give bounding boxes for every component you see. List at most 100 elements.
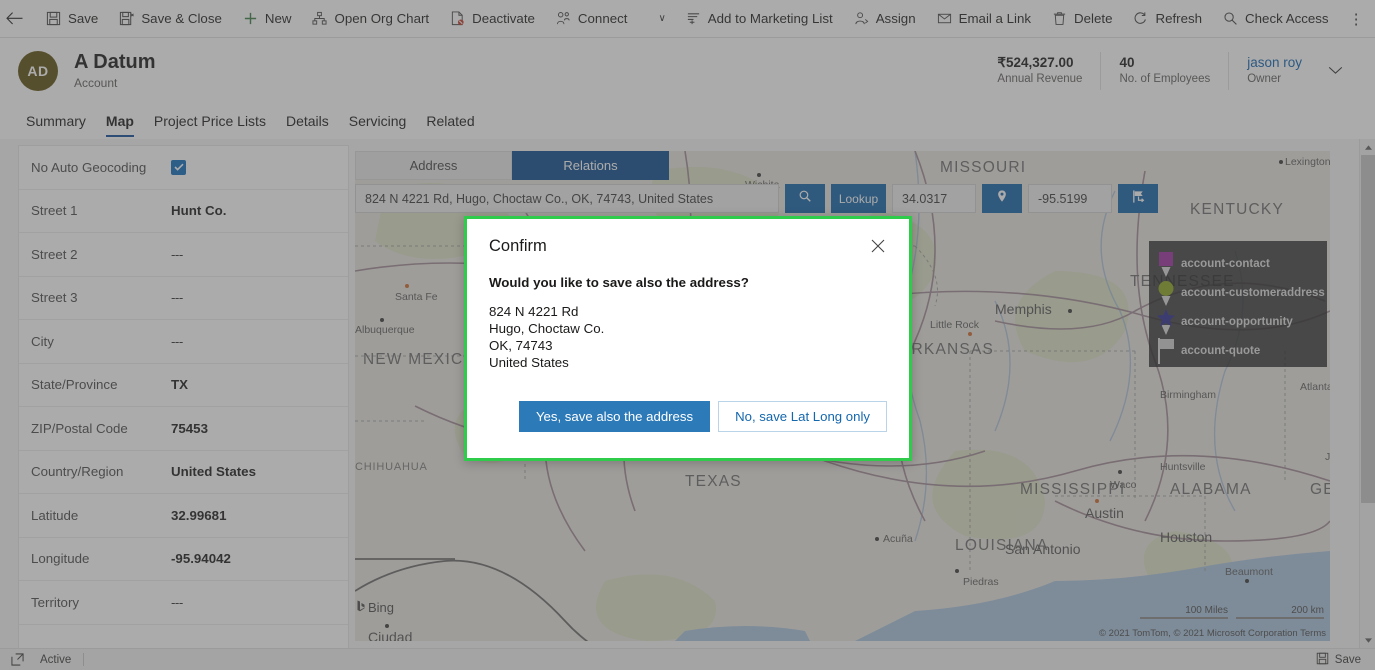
confirm-dialog-address: 824 N 4221 Rd Hugo, Choctaw Co. OK, 7474… <box>489 303 887 371</box>
save-button[interactable]: Save <box>35 0 108 38</box>
map-city-dot <box>1095 499 1099 503</box>
stat-annual-revenue-label: Annual Revenue <box>997 73 1083 85</box>
plus-icon <box>242 10 259 27</box>
open-org-chart-button[interactable]: Open Org Chart <box>301 0 439 38</box>
stat-annual-revenue: ₹524,327.00 Annual Revenue <box>979 52 1100 90</box>
directions-icon <box>1131 189 1146 209</box>
field-value[interactable]: United States <box>171 464 256 479</box>
map-legend: account-contact account-customeraddress … <box>1149 241 1327 367</box>
map-tab-relations[interactable]: Relations <box>512 151 669 180</box>
footer-divider <box>83 653 85 666</box>
delete-label: Delete <box>1074 11 1113 26</box>
field-value[interactable]: --- <box>171 247 183 262</box>
stat-no-of-employees-value: 40 <box>1119 55 1135 70</box>
save-also-address-button[interactable]: Yes, save also the address <box>518 401 711 432</box>
stat-owner-value[interactable]: jason roy <box>1247 54 1302 71</box>
field-value[interactable]: --- <box>171 334 183 349</box>
scale-km-label: 200 km <box>1291 605 1324 616</box>
field-value[interactable]: 75453 <box>171 421 208 436</box>
tab-project-price-lists[interactable]: Project Price Lists <box>144 103 276 139</box>
map-city-dot <box>875 537 879 541</box>
open-org-chart-label: Open Org Chart <box>334 11 430 26</box>
close-icon[interactable] <box>865 233 891 259</box>
refresh-button[interactable]: Refresh <box>1122 0 1212 38</box>
stat-no-of-employees: 40 No. of Employees <box>1100 51 1228 90</box>
field-label: Street 3 <box>31 290 78 306</box>
star-pin-icon <box>1155 308 1177 336</box>
map-search-button[interactable] <box>785 184 825 213</box>
legend-label: account-contact <box>1181 257 1270 270</box>
map-latitude-input[interactable]: 34.0317 <box>892 184 976 213</box>
delete-button[interactable]: Delete <box>1041 0 1122 38</box>
tab-related[interactable]: Related <box>416 103 484 139</box>
no-auto-geocoding-checkbox[interactable] <box>171 159 186 175</box>
scale-miles: 100 Miles <box>1140 605 1228 619</box>
command-overflow-button[interactable]: ⋮ <box>1339 10 1374 28</box>
assign-button[interactable]: Assign <box>843 0 926 38</box>
field-value[interactable]: --- <box>171 595 183 610</box>
field-label: No Auto Geocoding <box>31 159 147 175</box>
avatar: AD <box>18 50 58 91</box>
map-locate-button[interactable] <box>982 184 1022 213</box>
field-value[interactable]: Hunt Co. <box>171 203 226 218</box>
stat-annual-revenue-value: ₹524,327.00 <box>997 55 1074 70</box>
confirm-dialog-title: Confirm <box>489 237 547 255</box>
confirm-dialog-body: Confirm Would you like to save also the … <box>467 219 909 458</box>
deactivate-label: Deactivate <box>472 11 535 26</box>
scroll-up-arrow-icon[interactable] <box>1360 139 1375 155</box>
tab-summary[interactable]: Summary <box>16 103 96 139</box>
connect-chevron-down-icon[interactable]: ∨ <box>649 13 674 24</box>
field-value[interactable]: -95.94042 <box>171 551 231 566</box>
map-city-dot <box>385 624 389 628</box>
address-line: 824 N 4221 Rd <box>489 304 579 319</box>
save-latlong-only-button[interactable]: No, save Lat Long only <box>718 401 887 432</box>
tab-servicing[interactable]: Servicing <box>339 103 417 139</box>
check-access-button[interactable]: Check Access <box>1212 0 1339 38</box>
map-directions-button[interactable] <box>1118 184 1158 213</box>
record-status: Active <box>40 653 72 666</box>
legend-item-account-opportunity: account-opportunity <box>1155 307 1319 336</box>
field-label: Street 2 <box>31 246 78 262</box>
save-and-close-label: Save & Close <box>141 11 222 26</box>
scrollbar-thumb[interactable] <box>1361 155 1375 503</box>
email-a-link-button[interactable]: Email a Link <box>926 0 1041 38</box>
save-and-close-button[interactable]: Save & Close <box>108 0 232 38</box>
map-longitude-input[interactable]: -95.5199 <box>1028 184 1112 213</box>
stat-owner[interactable]: jason roy Owner <box>1228 51 1320 90</box>
field-state-province: State/Province TX <box>19 364 348 407</box>
map-tab-address[interactable]: Address <box>355 151 512 180</box>
map-address-input[interactable]: 824 N 4221 Rd, Hugo, Choctaw Co., OK, 74… <box>355 184 779 213</box>
scale-miles-bar <box>1140 617 1228 619</box>
save-icon <box>45 10 62 27</box>
tab-map[interactable]: Map <box>96 103 144 139</box>
field-value[interactable]: TX <box>171 377 188 392</box>
page-scrollbar[interactable] <box>1359 139 1375 648</box>
bing-label: Bing <box>368 600 395 615</box>
field-value[interactable]: 32.99681 <box>171 508 226 523</box>
save-icon <box>1316 652 1329 668</box>
field-label: Territory <box>31 594 80 610</box>
field-value[interactable]: --- <box>171 290 183 305</box>
delete-icon <box>1051 10 1068 27</box>
map-lookup-button[interactable]: Lookup <box>831 184 886 213</box>
map-attribution[interactable]: © 2021 TomTom, © 2021 Microsoft Corporat… <box>1099 628 1326 639</box>
scroll-down-arrow-icon[interactable] <box>1360 632 1375 648</box>
connect-button[interactable]: Connect <box>545 0 638 38</box>
new-button[interactable]: New <box>232 0 302 38</box>
record-title-block: A Datum Account <box>74 50 155 91</box>
footer-save-button[interactable]: Save <box>1308 652 1369 668</box>
map-city-dot <box>955 569 959 573</box>
header-chevron-down-icon[interactable] <box>1320 63 1357 78</box>
popout-icon[interactable] <box>6 653 28 666</box>
back-button[interactable] <box>6 0 23 38</box>
stat-owner-label: Owner <box>1247 73 1282 85</box>
org-chart-icon <box>311 10 328 27</box>
scale-miles-label: 100 Miles <box>1185 605 1228 616</box>
assign-label: Assign <box>875 11 916 26</box>
field-zip-postal-code: ZIP/Postal Code 75453 <box>19 407 348 451</box>
new-button-label: New <box>264 11 292 26</box>
add-to-marketing-list-button[interactable]: Add to Marketing List <box>675 0 843 38</box>
deactivate-button[interactable]: Deactivate <box>439 0 545 38</box>
confirm-dialog-actions: Yes, save also the address No, save Lat … <box>467 401 909 432</box>
tab-details[interactable]: Details <box>276 103 339 139</box>
